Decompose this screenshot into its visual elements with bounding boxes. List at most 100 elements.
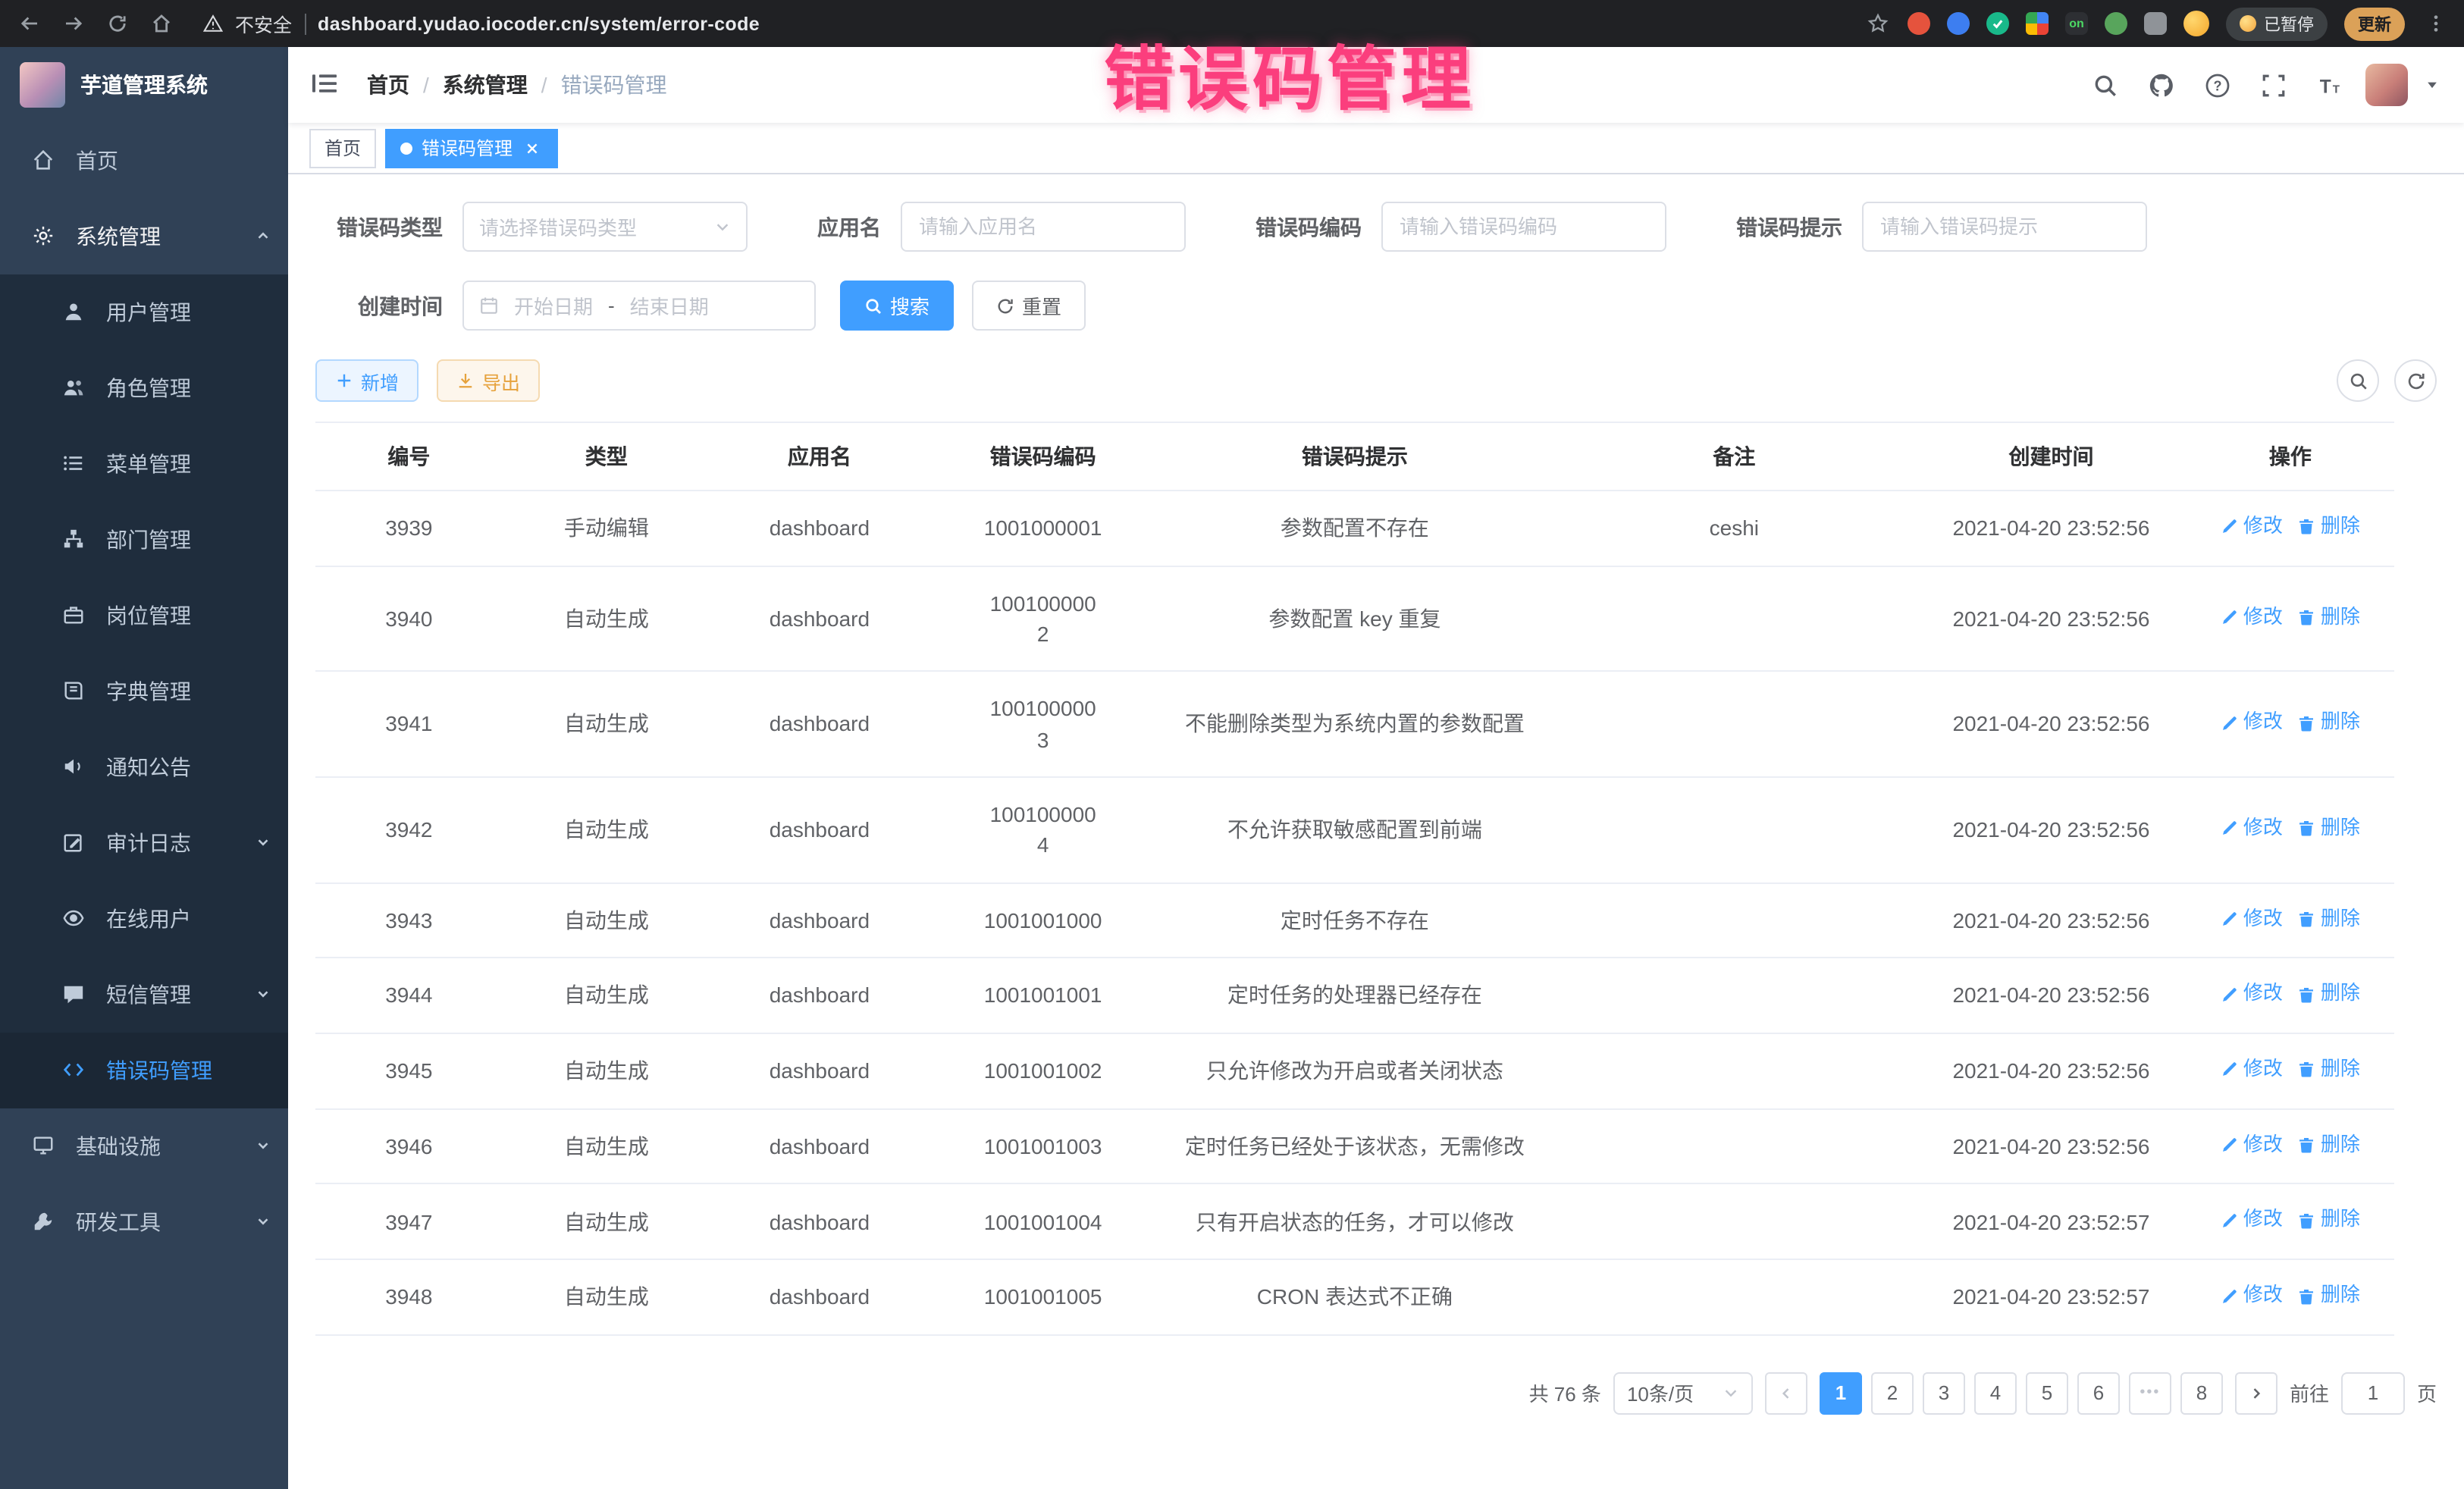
app-logo-row[interactable]: 芋道管理系统 (0, 47, 288, 123)
user-avatar[interactable] (2365, 64, 2408, 106)
paused-badge[interactable]: 已暂停 (2226, 7, 2328, 40)
pager-next-button[interactable] (2235, 1372, 2277, 1415)
sidebar-item-audit-log[interactable]: 审计日志 (0, 805, 288, 881)
close-icon[interactable] (522, 137, 543, 158)
sidebar-item-dict[interactable]: 字典管理 (0, 654, 288, 729)
delete-link[interactable]: 删除 (2298, 709, 2360, 738)
sidebar-item-online-user[interactable]: 在线用户 (0, 881, 288, 957)
sidebar-item-post[interactable]: 岗位管理 (0, 578, 288, 654)
delete-link[interactable]: 删除 (2298, 513, 2360, 541)
pager-prev-button[interactable] (1765, 1372, 1807, 1415)
update-button[interactable]: 更新 (2344, 7, 2405, 40)
edit-link[interactable]: 修改 (2221, 904, 2283, 933)
extension-icon[interactable] (1986, 12, 2009, 35)
fullscreen-icon[interactable] (2253, 65, 2293, 105)
edit-link[interactable]: 修改 (2221, 513, 2283, 541)
extension-icon[interactable]: on (2065, 12, 2088, 35)
search-button[interactable]: 搜索 (840, 281, 954, 331)
breadcrumb-home[interactable]: 首页 (367, 70, 409, 100)
pager-page-3[interactable]: 3 (1923, 1372, 1965, 1415)
goto-page-input[interactable] (2341, 1372, 2405, 1415)
cell-type: 自动生成 (503, 566, 710, 671)
delete-link[interactable]: 删除 (2298, 980, 2360, 1008)
browser-forward-icon[interactable] (59, 10, 86, 37)
hamburger-icon[interactable] (309, 68, 343, 102)
extension-icon[interactable] (2105, 12, 2127, 35)
github-icon[interactable] (2141, 65, 2180, 105)
pager-page-8[interactable]: 8 (2180, 1372, 2223, 1415)
add-button[interactable]: 新增 (315, 359, 419, 402)
sidebar-item-dev-tool[interactable]: 研发工具 (0, 1184, 288, 1260)
font-size-icon[interactable]: TT (2309, 65, 2349, 105)
help-icon[interactable]: ? (2197, 65, 2237, 105)
bookmark-star-icon[interactable] (1864, 10, 1891, 37)
code-icon (62, 1058, 86, 1083)
sidebar-item-system[interactable]: 系统管理 (0, 199, 288, 274)
edit-link[interactable]: 修改 (2221, 1281, 2283, 1310)
tab-error-code[interactable]: 错误码管理 (385, 128, 558, 168)
sidebar-item-sms[interactable]: 短信管理 (0, 957, 288, 1033)
edit-link[interactable]: 修改 (2221, 814, 2283, 843)
sidebar-item-error-code[interactable]: 错误码管理 (0, 1033, 288, 1108)
pager-page-2[interactable]: 2 (1871, 1372, 1914, 1415)
browser-profile-avatar[interactable] (2183, 11, 2209, 36)
avatar-caret-icon[interactable] (2425, 77, 2440, 92)
edit-link[interactable]: 修改 (2221, 1130, 2283, 1159)
error-msg-input[interactable] (1862, 202, 2147, 252)
extension-icon[interactable] (2026, 12, 2049, 35)
extension-icon[interactable] (1908, 12, 1930, 35)
chevron-down-icon (714, 218, 731, 235)
pager-page-4[interactable]: 4 (1974, 1372, 2017, 1415)
pager-page-1[interactable]: 1 (1820, 1372, 1862, 1415)
toolbar: 新增 导出 (315, 359, 2437, 402)
filter-label-type: 错误码类型 (315, 212, 443, 242)
table-row: 3941自动生成dashboard100100000 3不能删除类型为系统内置的… (315, 672, 2394, 777)
pager-page-6[interactable]: 6 (2077, 1372, 2120, 1415)
pager-more-button[interactable]: ••• (2129, 1372, 2171, 1415)
sidebar-item-dept[interactable]: 部门管理 (0, 502, 288, 578)
toggle-search-button[interactable] (2337, 359, 2379, 402)
browser-home-icon[interactable] (147, 10, 174, 37)
cell-id: 3941 (315, 672, 503, 777)
address-bar[interactable]: 不安全 dashboard.yudao.iocoder.cn/system/er… (203, 9, 760, 38)
sidebar-item-menu[interactable]: 菜单管理 (0, 426, 288, 502)
delete-link[interactable]: 删除 (2298, 1130, 2360, 1159)
browser-reload-icon[interactable] (103, 10, 130, 37)
header-search-icon[interactable] (2085, 65, 2124, 105)
org-icon (62, 528, 86, 552)
delete-link[interactable]: 删除 (2298, 1055, 2360, 1084)
error-type-select[interactable]: 请选择错误码类型 (462, 202, 748, 252)
refresh-button[interactable] (2394, 359, 2437, 402)
app-name-input[interactable] (901, 202, 1186, 252)
sidebar-item-notice[interactable]: 通知公告 (0, 729, 288, 805)
delete-link[interactable]: 删除 (2298, 904, 2360, 933)
delete-link[interactable]: 删除 (2298, 603, 2360, 632)
delete-link[interactable]: 删除 (2298, 1206, 2360, 1235)
sidebar-item-home[interactable]: 首页 (0, 123, 288, 199)
sidebar-item-infra[interactable]: 基础设施 (0, 1108, 288, 1184)
sidebar-item-user[interactable]: 用户管理 (0, 274, 288, 350)
pager-page-5[interactable]: 5 (2026, 1372, 2068, 1415)
browser-menu-icon[interactable] (2422, 10, 2449, 37)
edit-link[interactable]: 修改 (2221, 980, 2283, 1008)
page-size-select[interactable]: 10条/页 (1613, 1372, 1753, 1415)
cell-id: 3946 (315, 1108, 503, 1183)
edit-link[interactable]: 修改 (2221, 1055, 2283, 1084)
cell-type: 自动生成 (503, 672, 710, 777)
browser-back-icon[interactable] (15, 10, 42, 37)
breadcrumb-system[interactable]: 系统管理 (443, 70, 528, 100)
puzzle-extension-icon[interactable] (2144, 12, 2167, 35)
create-time-range-picker[interactable]: 开始日期 - 结束日期 (462, 281, 816, 331)
reset-button[interactable]: 重置 (972, 281, 1086, 331)
export-button[interactable]: 导出 (437, 359, 540, 402)
delete-link[interactable]: 删除 (2298, 814, 2360, 843)
error-code-input[interactable] (1381, 202, 1666, 252)
edit-link[interactable]: 修改 (2221, 1206, 2283, 1235)
sidebar-item-role[interactable]: 角色管理 (0, 350, 288, 426)
edit-link[interactable]: 修改 (2221, 603, 2283, 632)
user-icon (62, 300, 86, 324)
edit-link[interactable]: 修改 (2221, 709, 2283, 738)
tab-home[interactable]: 首页 (309, 128, 376, 168)
delete-link[interactable]: 删除 (2298, 1281, 2360, 1310)
extension-icon[interactable] (1947, 12, 1970, 35)
